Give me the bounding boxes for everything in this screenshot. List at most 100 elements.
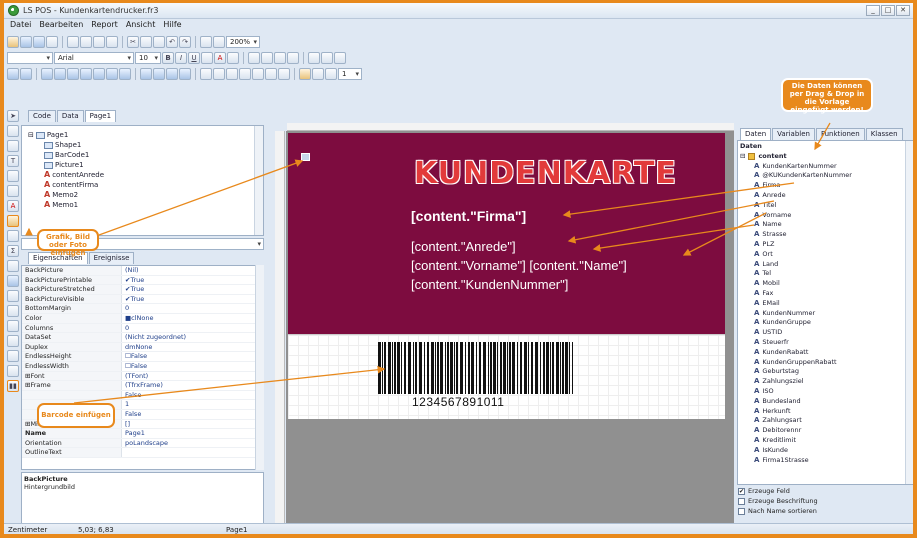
align-left-icon[interactable] — [248, 51, 260, 64]
property-value[interactable]: (TFont) — [122, 372, 148, 381]
ole-tool-icon[interactable] — [7, 350, 19, 362]
data-field-item[interactable]: A Titel — [740, 201, 912, 211]
picture-placeholder[interactable] — [301, 153, 310, 161]
frame-width-select[interactable]: 1 — [338, 67, 362, 80]
tree-node-page1[interactable]: ⊟ Page1 — [28, 130, 257, 140]
same-height-icon[interactable] — [153, 67, 165, 80]
undo-icon[interactable]: ↶ — [166, 35, 178, 48]
line-tool-icon[interactable] — [7, 260, 19, 272]
align-top-icon[interactable] — [308, 51, 320, 64]
field-vorname-name[interactable]: [content."Vorname"] [content."Name"] — [411, 258, 627, 273]
data-field-item[interactable]: A Geburtstag — [740, 367, 912, 377]
group-icon[interactable] — [200, 35, 212, 48]
property-value[interactable]: 0 — [122, 324, 129, 333]
frame-style-icon[interactable] — [325, 67, 337, 80]
property-row[interactable]: ⊞Frame (TfrxFrame) — [22, 381, 263, 391]
fill-color-icon[interactable] — [299, 67, 311, 80]
property-row[interactable]: Orientation poLandscape — [22, 438, 263, 449]
property-value[interactable]: ✔True — [122, 295, 144, 304]
menu-hilfe[interactable]: Hilfe — [163, 20, 181, 32]
data-field-item[interactable]: A Zahlungsart — [740, 416, 912, 426]
data-field-item[interactable]: A Bundesland — [740, 397, 912, 407]
card-heading[interactable]: KUNDENKARTE — [414, 156, 677, 191]
menu-report[interactable]: Report — [91, 20, 118, 32]
data-field-item[interactable]: A Fax — [740, 289, 912, 299]
new-page-icon[interactable] — [67, 35, 79, 48]
option-sortieren[interactable]: Nach Name sortieren — [738, 507, 817, 515]
data-field-item[interactable]: A KundenKartenNummer — [740, 162, 912, 172]
richtext-tool-icon[interactable] — [7, 320, 19, 332]
property-value[interactable]: 1 — [122, 400, 129, 409]
font-settings-icon[interactable] — [201, 51, 213, 64]
sum-icon[interactable]: Σ — [7, 245, 19, 257]
data-field-item[interactable]: A KundenGruppenRabatt — [740, 358, 912, 368]
open-icon[interactable] — [20, 35, 32, 48]
property-value[interactable]: dmNone — [122, 343, 152, 352]
shadow-icon[interactable] — [278, 67, 290, 80]
data-field-item[interactable]: A Land — [740, 260, 912, 270]
tree-node-contentanrede[interactable]: AcontentAnrede — [28, 170, 257, 180]
property-value[interactable]: (Nil) — [122, 266, 139, 275]
dataset-node[interactable]: ⊟ content — [740, 152, 912, 162]
property-value[interactable]: poLandscape — [122, 439, 168, 448]
property-row[interactable]: OutlineText — [22, 448, 263, 458]
data-field-item[interactable]: A ISO — [740, 387, 912, 397]
data-field-item[interactable]: A Firma1Strasse — [740, 456, 912, 466]
property-row[interactable]: BackPicturePrintable ✔True — [22, 275, 263, 286]
underline-icon[interactable]: U — [188, 51, 200, 64]
center-vert-icon[interactable] — [119, 67, 131, 80]
checkbox-tool-icon[interactable] — [7, 305, 19, 317]
tab-code[interactable]: Code — [28, 110, 56, 122]
align-rights-icon[interactable] — [67, 67, 79, 80]
preview-icon[interactable] — [46, 35, 58, 48]
zoom-select[interactable]: 200% — [226, 35, 260, 48]
data-field-item[interactable]: A KundenGruppe — [740, 318, 912, 328]
minimize-button[interactable]: _ — [866, 5, 880, 16]
property-row[interactable]: BottomMargin 0 — [22, 304, 263, 314]
data-field-item[interactable]: A KundenRabatt — [740, 348, 912, 358]
tab-klassen[interactable]: Klassen — [865, 128, 903, 140]
property-value[interactable]: 0 — [122, 304, 129, 313]
data-field-item[interactable]: A Name — [740, 220, 912, 230]
data-field-item[interactable]: A PLZ — [740, 240, 912, 250]
style-select[interactable] — [7, 51, 53, 64]
picture-object-icon[interactable] — [7, 215, 19, 227]
tree-node-picture1[interactable]: Picture1 — [28, 160, 257, 170]
property-value[interactable]: False — [122, 410, 141, 419]
new-dialog-icon[interactable] — [80, 35, 92, 48]
redo-icon[interactable]: ↷ — [179, 35, 191, 48]
data-field-item[interactable]: A EMail — [740, 299, 912, 309]
tree-node-shape1[interactable]: Shape1 — [28, 140, 257, 150]
tab-data[interactable]: Data — [56, 110, 84, 122]
shape-tool-icon[interactable] — [7, 275, 19, 287]
tab-variablen[interactable]: Variablen — [772, 128, 815, 140]
property-row[interactable]: BackPictureStretched ✔True — [22, 285, 263, 295]
property-value[interactable]: (TfrxFrame) — [122, 381, 163, 390]
align-bottoms-icon[interactable] — [93, 67, 105, 80]
field-anrede[interactable]: [content."Anrede"] — [411, 239, 516, 254]
align-justify-icon[interactable] — [287, 51, 299, 64]
tree-node-memo1[interactable]: A Memo1 — [28, 200, 257, 210]
space-vert-icon[interactable] — [179, 67, 191, 80]
property-value[interactable]: ✔True — [122, 276, 144, 285]
property-scrollbar[interactable] — [255, 265, 264, 470]
font-color-icon[interactable]: A — [214, 51, 226, 64]
select-tool-icon[interactable]: ➤ — [7, 110, 19, 122]
tree-node-contentfirma[interactable]: AcontentFirma — [28, 180, 257, 190]
data-field-item[interactable]: A KundenNummer — [740, 309, 912, 319]
data-field-item[interactable]: A IsKunde — [740, 446, 912, 456]
property-value[interactable]: ✔True — [122, 285, 144, 294]
italic-icon[interactable]: I — [175, 51, 187, 64]
tree-scrollbar[interactable] — [254, 126, 263, 235]
menu-bearbeiten[interactable]: Bearbeiten — [39, 20, 83, 32]
frame-color-icon[interactable] — [312, 67, 324, 80]
center-horz-icon[interactable] — [106, 67, 118, 80]
property-value[interactable]: [] — [122, 420, 130, 429]
property-row[interactable]: Name Page1 — [22, 429, 263, 439]
close-button[interactable]: ✕ — [896, 5, 910, 16]
tab-page1[interactable]: Page1 — [84, 110, 117, 122]
align-centers-icon[interactable] — [54, 67, 66, 80]
property-value[interactable]: ☐False — [122, 362, 147, 371]
checkbox-icon[interactable] — [738, 497, 745, 505]
checkbox-icon[interactable] — [738, 507, 745, 515]
